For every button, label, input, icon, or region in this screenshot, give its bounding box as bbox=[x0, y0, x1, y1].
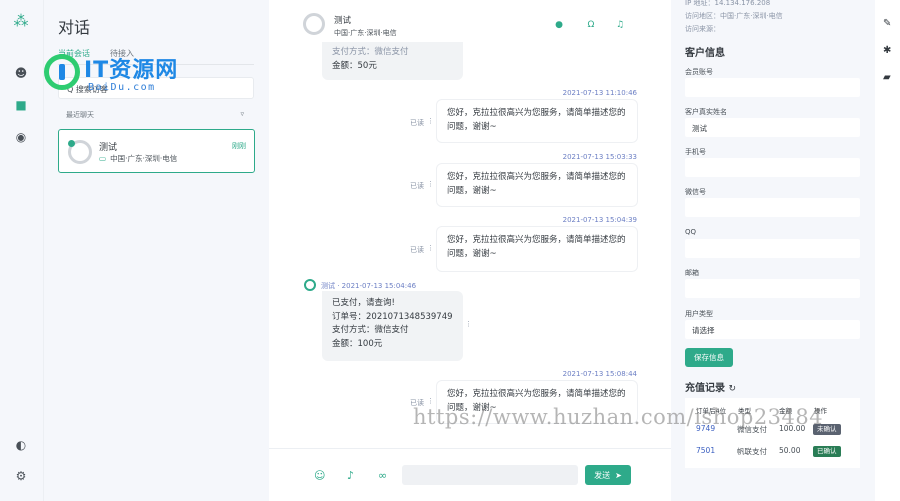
incoming-message: 已支付，请查询! 订单号：2021071348539749 支付方式：微信支付 … bbox=[322, 291, 463, 361]
pay-amount: 50.00 bbox=[779, 446, 801, 455]
headset-icon[interactable]: Ω bbox=[585, 19, 597, 31]
recent-header: 最近聊天 ▿ bbox=[66, 110, 244, 120]
conversation-location: ▭ 中国·广东·深圳·电信 bbox=[99, 153, 177, 164]
qq-field[interactable] bbox=[685, 239, 860, 258]
conversation-item[interactable]: 测试 ▭ 中国·广东·深圳·电信 刚刚 bbox=[58, 129, 255, 173]
gear-icon[interactable]: ⚙ bbox=[12, 467, 30, 485]
pencil-icon[interactable]: ✎ bbox=[883, 18, 891, 29]
message-time: 2021-07-13 15:08:44 bbox=[562, 370, 637, 378]
note-icon[interactable]: ▰ bbox=[883, 72, 891, 83]
watermark-domain: BaiDu.com bbox=[88, 82, 156, 93]
order-link[interactable]: 7501 bbox=[696, 446, 715, 455]
chat-icon[interactable]: ■ bbox=[12, 96, 30, 114]
monitor-icon: ▭ bbox=[99, 154, 107, 163]
watermark-brand: IT资源网 bbox=[84, 58, 179, 83]
conversation-name: 测试 bbox=[99, 143, 118, 153]
read-status: 已读 bbox=[410, 119, 424, 127]
user-type-select[interactable]: 请选择 bbox=[685, 320, 860, 339]
avatar-icon[interactable]: ☻ bbox=[12, 64, 30, 82]
real-name-field[interactable]: 测试 bbox=[685, 118, 860, 137]
attachment-icon[interactable]: ∞ bbox=[378, 469, 387, 482]
header-name: 测试 bbox=[334, 16, 352, 26]
message-time: 2021-07-13 11:10:46 bbox=[562, 89, 637, 97]
read-status: 已读 bbox=[410, 246, 424, 254]
partial-amount: 金额：50元 bbox=[332, 60, 377, 71]
more-icon[interactable]: ⋮ bbox=[427, 397, 434, 405]
pay-type: 帆联支付 bbox=[737, 447, 767, 456]
user-icon[interactable]: ◉ bbox=[12, 128, 30, 146]
field-label: 用户类型 bbox=[685, 310, 713, 318]
outgoing-message: 您好，克拉拉很高兴为您服务，请简单描述您的问题，谢谢~ bbox=[436, 226, 638, 272]
member-account-field[interactable] bbox=[685, 78, 860, 97]
microphone-icon[interactable]: ♪ bbox=[347, 469, 354, 482]
incoming-meta: 测试 · 2021-07-13 15:04:46 bbox=[321, 282, 417, 290]
incoming-message-partial: 支付方式：微信支付 金额：50元 bbox=[322, 42, 463, 80]
more-icon[interactable]: ⋮ bbox=[427, 117, 434, 125]
location-text: 中国·广东·深圳·电信 bbox=[110, 154, 178, 163]
send-icon: ➤ bbox=[615, 470, 622, 480]
visitor-region: 访问地区：中国·广东·深圳·电信 bbox=[685, 12, 783, 20]
watermark-circle-icon bbox=[44, 54, 80, 90]
send-label: 发送 bbox=[594, 470, 611, 480]
composer: ☺ ♪ ∞ 发送 ➤ bbox=[269, 448, 671, 501]
field-label: 会员账号 bbox=[685, 68, 713, 76]
left-rail: ⁂ ☻ ■ ◉ ◐ ⚙ bbox=[0, 0, 44, 501]
read-status: 已读 bbox=[410, 182, 424, 190]
filter-icon[interactable]: ▿ bbox=[240, 110, 244, 120]
logo-icon: ⁂ bbox=[13, 12, 29, 30]
incoming-line: 金额：100元 bbox=[332, 338, 383, 349]
incoming-line: 已支付，请查询! bbox=[332, 298, 395, 308]
customer-info-title: 客户信息 bbox=[685, 48, 725, 59]
message-input[interactable] bbox=[402, 465, 578, 485]
field-label: 微信号 bbox=[685, 188, 706, 196]
field-label: QQ bbox=[685, 228, 697, 236]
partial-line: 支付方式：微信支付 bbox=[332, 47, 409, 57]
field-label: 邮箱 bbox=[685, 269, 699, 277]
refresh-icon[interactable]: ↻ bbox=[728, 384, 736, 394]
recharge-title: 充值记录 ↻ bbox=[685, 379, 736, 394]
visitor-avatar bbox=[304, 279, 316, 291]
send-button[interactable]: 发送 ➤ bbox=[585, 465, 631, 485]
user-profile-icon[interactable]: ● bbox=[553, 19, 565, 31]
field-label: 手机号 bbox=[685, 148, 706, 156]
outgoing-message: 您好，克拉拉很高兴为您服务，请简单描述您的问题，谢谢~ bbox=[436, 163, 638, 207]
phone-field[interactable] bbox=[685, 158, 860, 177]
field-label: 客户真实姓名 bbox=[685, 108, 727, 116]
bell-icon[interactable]: ♫ bbox=[614, 19, 626, 31]
visitor-source: 访问来源： bbox=[685, 25, 720, 33]
header-avatar bbox=[303, 13, 325, 35]
outgoing-message: 您好，克拉拉很高兴为您服务，请简单描述您的问题，谢谢~ bbox=[436, 99, 638, 143]
recharge-title-text: 充值记录 bbox=[685, 383, 725, 394]
more-icon[interactable]: ⋮ bbox=[427, 180, 434, 188]
message-time: 2021-07-13 15:03:33 bbox=[562, 153, 637, 161]
email-field[interactable] bbox=[685, 279, 860, 298]
moon-icon[interactable]: ◐ bbox=[12, 436, 30, 454]
status-badge[interactable]: 已确认 bbox=[813, 446, 841, 457]
message-time: 2021-07-13 15:04:39 bbox=[562, 216, 637, 224]
tool-strip: ✎ ✱ ▰ bbox=[875, 0, 900, 501]
page-title: 对话 bbox=[58, 18, 91, 37]
incoming-line: 支付方式：微信支付 bbox=[332, 325, 409, 335]
save-info-button[interactable]: 保存信息 bbox=[685, 348, 733, 367]
visitor-ip: IP 地址：14.134.176.208 bbox=[685, 0, 771, 7]
recent-label: 最近聊天 bbox=[66, 111, 94, 119]
emoji-icon[interactable]: ☺ bbox=[314, 469, 325, 482]
more-icon[interactable]: ⋮ bbox=[465, 320, 472, 328]
conversation-time: 刚刚 bbox=[232, 142, 246, 150]
chat-header: 测试 中国·广东·深圳·电信 ● Ω ♫ bbox=[269, 0, 671, 46]
online-dot bbox=[68, 140, 75, 147]
watermark-logo: IT资源网 BaiDu.com bbox=[44, 52, 234, 98]
incoming-line: 订单号：2021071348539749 bbox=[332, 311, 453, 322]
wechat-field[interactable] bbox=[685, 198, 860, 217]
header-location: 中国·广东·深圳·电信 bbox=[334, 29, 397, 37]
more-icon[interactable]: ⋮ bbox=[427, 244, 434, 252]
bug-icon[interactable]: ✱ bbox=[883, 45, 891, 56]
watermark-url: https://www.huzhan.com/ishop23484 bbox=[413, 405, 824, 429]
